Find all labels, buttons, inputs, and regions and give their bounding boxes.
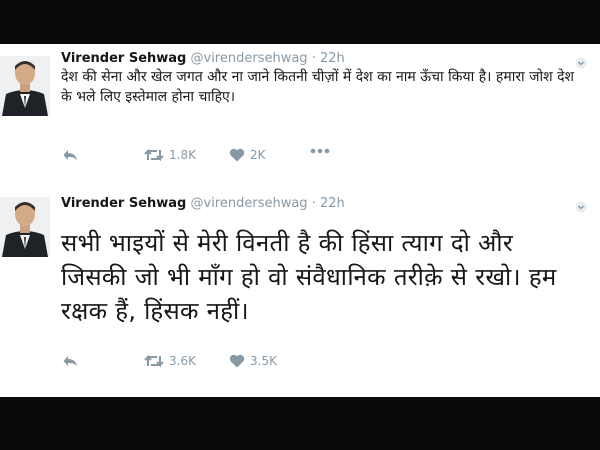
tweet-1: Virender Sehwag @virendersehwag · 22h दे… bbox=[0, 44, 600, 183]
like-button[interactable]: 3.5K bbox=[229, 354, 277, 368]
heart-icon bbox=[229, 148, 245, 162]
timestamp[interactable]: 22h bbox=[320, 196, 345, 211]
avatar[interactable] bbox=[0, 56, 50, 116]
tweet-text: देश की सेना और खेल जगत और ना जाने कितनी … bbox=[61, 69, 575, 105]
timestamp[interactable]: 22h bbox=[320, 51, 345, 66]
retweet-count: 1.8K bbox=[169, 148, 196, 162]
chevron-down-icon[interactable] bbox=[575, 198, 587, 213]
more-button[interactable] bbox=[310, 148, 330, 154]
bottom-black-bar bbox=[0, 397, 600, 450]
retweet-button[interactable]: 3.6K bbox=[144, 354, 196, 368]
like-count: 2K bbox=[250, 148, 266, 162]
separator: · bbox=[311, 196, 316, 211]
chevron-down-icon[interactable] bbox=[575, 54, 587, 69]
avatar-photo bbox=[0, 197, 50, 257]
tweet-2: Virender Sehwag @virendersehwag · 22h सभ… bbox=[0, 183, 600, 397]
like-count: 3.5K bbox=[250, 354, 277, 368]
retweet-button[interactable]: 1.8K bbox=[144, 148, 196, 162]
retweet-icon bbox=[144, 148, 164, 162]
tweet-header: Virender Sehwag @virendersehwag · 22h bbox=[61, 196, 345, 212]
more-icon bbox=[310, 148, 330, 154]
avatar-photo bbox=[0, 56, 50, 116]
author-name[interactable]: Virender Sehwag bbox=[61, 196, 186, 211]
like-button[interactable]: 2K bbox=[229, 148, 266, 162]
reply-icon bbox=[63, 150, 77, 160]
author-handle[interactable]: @virendersehwag bbox=[191, 196, 308, 211]
tweet-text: सभी भाइयों से मेरी विनती है की हिंसा त्य… bbox=[61, 229, 557, 325]
avatar[interactable] bbox=[0, 197, 50, 257]
heart-icon bbox=[229, 354, 245, 368]
top-black-bar bbox=[0, 0, 600, 44]
separator: · bbox=[311, 51, 316, 66]
reply-button[interactable] bbox=[62, 148, 78, 162]
retweet-icon bbox=[144, 354, 164, 368]
reply-button[interactable] bbox=[62, 354, 78, 368]
tweet-header: Virender Sehwag @virendersehwag · 22h bbox=[61, 51, 345, 67]
reply-icon bbox=[63, 356, 77, 366]
author-handle[interactable]: @virendersehwag bbox=[191, 51, 308, 66]
retweet-count: 3.6K bbox=[169, 354, 196, 368]
author-name[interactable]: Virender Sehwag bbox=[61, 51, 186, 66]
